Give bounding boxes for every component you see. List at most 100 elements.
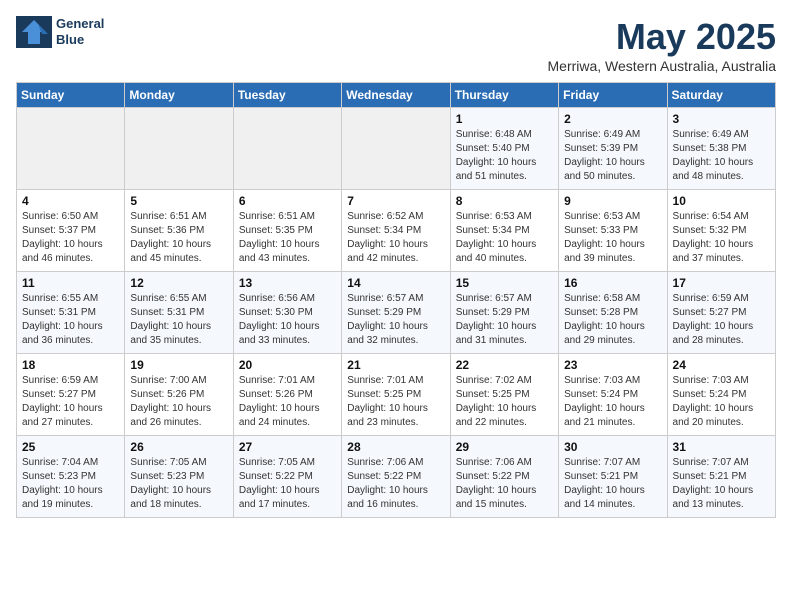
calendar-cell: 15Sunrise: 6:57 AM Sunset: 5:29 PM Dayli…: [450, 272, 558, 354]
day-number: 12: [130, 276, 227, 290]
calendar-cell: 13 Sunrise: 6:56 AM Sunset: 5:30 PM Dayli…: [233, 272, 341, 354]
calendar-cell: 1 Sunrise: 6:48 AM Sunset: 5:40 PM Daylig…: [450, 108, 558, 190]
day-detail: Sunrise: 6:51 AM Sunset: 5:35 PM Dayligh…: [239, 210, 336, 266]
day-number: 13: [239, 276, 336, 290]
location-subtitle: Merriwa, Western Australia, Australia: [548, 58, 777, 74]
calendar-cell: 2 Sunrise: 6:49 AM Sunset: 5:39 PM Daylig…: [559, 108, 667, 190]
day-detail: Sunrise: 7:01 AM Sunset: 5:26 PM Dayligh…: [239, 374, 336, 430]
calendar-cell: [233, 108, 341, 190]
calendar-cell: 18 Sunrise: 6:59 AM Sunset: 5:27 PM Dayli…: [17, 354, 125, 436]
day-detail: Sunrise: 6:53 AM Sunset: 5:33 PM Dayligh…: [564, 210, 661, 266]
calendar-cell: [342, 108, 450, 190]
day-detail: Sunrise: 6:49 AM Sunset: 5:38 PM Dayligh…: [673, 128, 770, 184]
day-detail: Sunrise: 7:03 AM Sunset: 5:24 PM Dayligh…: [564, 374, 661, 430]
calendar-cell: 19Sunrise: 7:00 AM Sunset: 5:26 PM Dayli…: [125, 354, 233, 436]
calendar-cell: 8 Sunrise: 6:53 AM Sunset: 5:34 PM Daylig…: [450, 190, 558, 272]
day-number: 10: [673, 194, 770, 208]
weekday-header-wednesday: Wednesday: [342, 83, 450, 108]
calendar-cell: 12 Sunrise: 6:55 AM Sunset: 5:31 PM Dayli…: [125, 272, 233, 354]
day-number: 18: [22, 358, 119, 372]
calendar-cell: 25 Sunrise: 7:04 AM Sunset: 5:23 PM Dayli…: [17, 436, 125, 518]
day-number: 15: [456, 276, 553, 290]
calendar-week-3: 11 Sunrise: 6:55 AM Sunset: 5:31 PM Dayli…: [17, 272, 776, 354]
calendar-cell: 24Sunrise: 7:03 AM Sunset: 5:24 PM Dayli…: [667, 354, 775, 436]
calendar-cell: 11Sunrise: 6:55 AM Sunset: 5:31 PM Dayli…: [17, 272, 125, 354]
day-detail: Sunrise: 6:59 AM Sunset: 5:27 PM Dayligh…: [22, 374, 119, 430]
day-number: 2: [564, 112, 661, 126]
title-block: May 2025 Merriwa, Western Australia, Aus…: [548, 16, 777, 74]
day-number: 11: [22, 276, 119, 290]
day-number: 8: [456, 194, 553, 208]
calendar-cell: 10 Sunrise: 6:54 AM Sunset: 5:32 PM Dayli…: [667, 190, 775, 272]
calendar-cell: 22 Sunrise: 7:02 AM Sunset: 5:25 PM Dayli…: [450, 354, 558, 436]
day-number: 9: [564, 194, 661, 208]
day-detail: Sunrise: 7:05 AM Sunset: 5:22 PM Dayligh…: [239, 456, 336, 512]
calendar-cell: 14 Sunrise: 6:57 AM Sunset: 5:29 PM Dayli…: [342, 272, 450, 354]
day-detail: Sunrise: 6:53 AM Sunset: 5:34 PM Dayligh…: [456, 210, 553, 266]
calendar-cell: 28Sunrise: 7:06 AM Sunset: 5:22 PM Dayli…: [342, 436, 450, 518]
day-number: 14: [347, 276, 444, 290]
logo: General Blue: [16, 16, 104, 48]
weekday-header-saturday: Saturday: [667, 83, 775, 108]
logo-icon: [16, 16, 52, 48]
weekday-header-monday: Monday: [125, 83, 233, 108]
calendar-cell: 26Sunrise: 7:05 AM Sunset: 5:23 PM Dayli…: [125, 436, 233, 518]
day-detail: Sunrise: 6:52 AM Sunset: 5:34 PM Dayligh…: [347, 210, 444, 266]
day-detail: Sunrise: 6:56 AM Sunset: 5:30 PM Dayligh…: [239, 292, 336, 348]
day-number: 28: [347, 440, 444, 454]
day-detail: Sunrise: 7:04 AM Sunset: 5:23 PM Dayligh…: [22, 456, 119, 512]
day-number: 4: [22, 194, 119, 208]
weekday-header-tuesday: Tuesday: [233, 83, 341, 108]
calendar-cell: 31 Sunrise: 7:07 AM Sunset: 5:21 PM Dayli…: [667, 436, 775, 518]
day-number: 6: [239, 194, 336, 208]
day-detail: Sunrise: 7:02 AM Sunset: 5:25 PM Dayligh…: [456, 374, 553, 430]
day-number: 22: [456, 358, 553, 372]
day-number: 31: [673, 440, 770, 454]
calendar-table: SundayMondayTuesdayWednesdayThursdayFrid…: [16, 82, 776, 518]
day-detail: Sunrise: 6:54 AM Sunset: 5:32 PM Dayligh…: [673, 210, 770, 266]
day-detail: Sunrise: 6:58 AM Sunset: 5:28 PM Dayligh…: [564, 292, 661, 348]
calendar-cell: 20 Sunrise: 7:01 AM Sunset: 5:26 PM Dayli…: [233, 354, 341, 436]
day-number: 23: [564, 358, 661, 372]
day-number: 20: [239, 358, 336, 372]
calendar-week-1: 1 Sunrise: 6:48 AM Sunset: 5:40 PM Daylig…: [17, 108, 776, 190]
calendar-cell: [125, 108, 233, 190]
calendar-week-2: 4Sunrise: 6:50 AM Sunset: 5:37 PM Daylig…: [17, 190, 776, 272]
day-number: 27: [239, 440, 336, 454]
day-number: 26: [130, 440, 227, 454]
calendar-cell: [17, 108, 125, 190]
day-detail: Sunrise: 6:49 AM Sunset: 5:39 PM Dayligh…: [564, 128, 661, 184]
day-detail: Sunrise: 6:59 AM Sunset: 5:27 PM Dayligh…: [673, 292, 770, 348]
calendar-cell: 30 Sunrise: 7:07 AM Sunset: 5:21 PM Dayli…: [559, 436, 667, 518]
day-number: 30: [564, 440, 661, 454]
day-detail: Sunrise: 7:06 AM Sunset: 5:22 PM Dayligh…: [456, 456, 553, 512]
day-detail: Sunrise: 7:01 AM Sunset: 5:25 PM Dayligh…: [347, 374, 444, 430]
calendar-cell: 7Sunrise: 6:52 AM Sunset: 5:34 PM Daylig…: [342, 190, 450, 272]
month-title: May 2025: [548, 16, 777, 58]
day-number: 5: [130, 194, 227, 208]
day-number: 1: [456, 112, 553, 126]
calendar-week-4: 18 Sunrise: 6:59 AM Sunset: 5:27 PM Dayli…: [17, 354, 776, 436]
calendar-cell: 27 Sunrise: 7:05 AM Sunset: 5:22 PM Dayli…: [233, 436, 341, 518]
day-number: 21: [347, 358, 444, 372]
weekday-header-friday: Friday: [559, 83, 667, 108]
day-number: 16: [564, 276, 661, 290]
calendar-cell: 3 Sunrise: 6:49 AM Sunset: 5:38 PM Daylig…: [667, 108, 775, 190]
weekday-header-thursday: Thursday: [450, 83, 558, 108]
calendar-cell: 4Sunrise: 6:50 AM Sunset: 5:37 PM Daylig…: [17, 190, 125, 272]
day-number: 3: [673, 112, 770, 126]
day-detail: Sunrise: 6:57 AM Sunset: 5:29 PM Dayligh…: [347, 292, 444, 348]
calendar-cell: 29 Sunrise: 7:06 AM Sunset: 5:22 PM Dayli…: [450, 436, 558, 518]
calendar-cell: 16 Sunrise: 6:58 AM Sunset: 5:28 PM Dayli…: [559, 272, 667, 354]
day-number: 25: [22, 440, 119, 454]
day-detail: Sunrise: 7:07 AM Sunset: 5:21 PM Dayligh…: [564, 456, 661, 512]
day-detail: Sunrise: 6:48 AM Sunset: 5:40 PM Dayligh…: [456, 128, 553, 184]
day-detail: Sunrise: 7:00 AM Sunset: 5:26 PM Dayligh…: [130, 374, 227, 430]
day-number: 24: [673, 358, 770, 372]
day-detail: Sunrise: 6:55 AM Sunset: 5:31 PM Dayligh…: [130, 292, 227, 348]
day-detail: Sunrise: 6:51 AM Sunset: 5:36 PM Dayligh…: [130, 210, 227, 266]
calendar-cell: 23 Sunrise: 7:03 AM Sunset: 5:24 PM Dayli…: [559, 354, 667, 436]
day-detail: Sunrise: 7:07 AM Sunset: 5:21 PM Dayligh…: [673, 456, 770, 512]
day-number: 29: [456, 440, 553, 454]
logo-text: General Blue: [56, 16, 104, 47]
